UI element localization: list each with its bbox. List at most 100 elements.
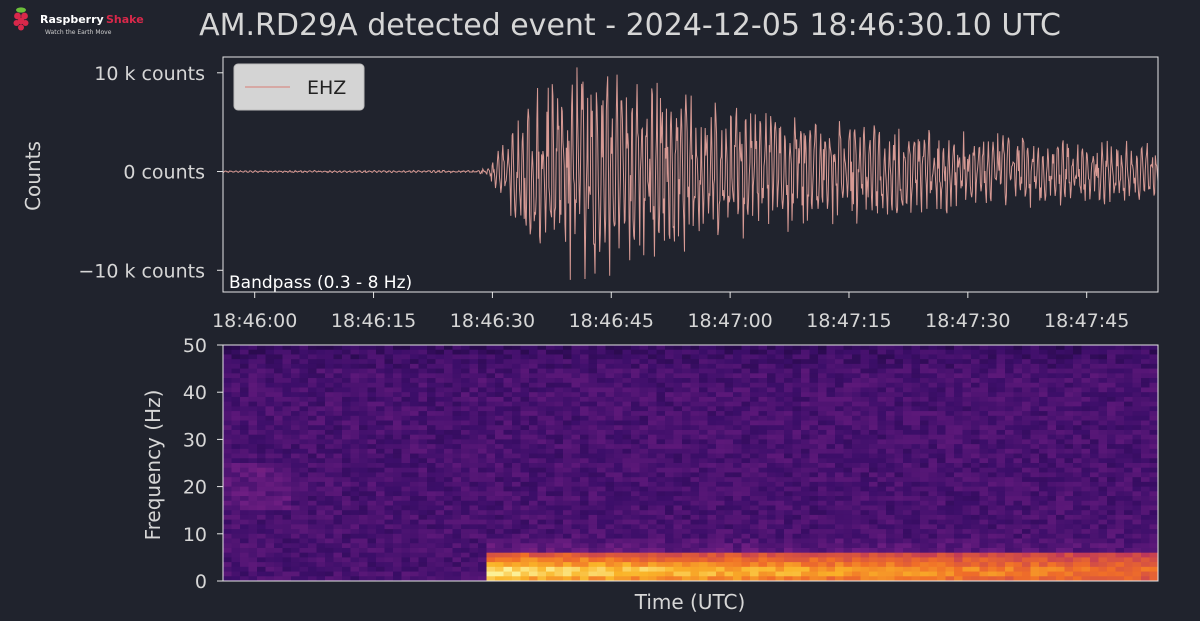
spectrogram-cell — [699, 401, 709, 407]
spectrogram-cell — [724, 543, 734, 549]
spectrogram-cell — [282, 392, 292, 398]
spectrogram-cell — [699, 425, 709, 431]
spectrogram-cell — [350, 396, 360, 403]
spectrogram-cell — [571, 434, 581, 440]
spectrogram-cell — [665, 486, 675, 492]
spectrogram-cell — [588, 543, 598, 549]
spectrogram-cell — [945, 345, 955, 351]
spectrogram-cell — [1047, 401, 1057, 407]
spectrogram-cell — [724, 458, 734, 464]
spectrogram-cell — [418, 420, 428, 426]
spectrogram-cell — [554, 552, 564, 558]
spectrogram-cell — [1039, 557, 1049, 563]
spectrogram-cell — [1005, 349, 1015, 356]
spectrogram-cell — [656, 448, 666, 455]
spectrogram-cell — [478, 543, 488, 549]
spectrogram-cell — [461, 382, 471, 389]
spectrogram-cell — [257, 415, 267, 422]
spectrogram-cell — [597, 533, 607, 540]
spectrogram-cell — [852, 510, 862, 516]
spectrogram-cell — [758, 444, 768, 450]
spectrogram-cell — [996, 481, 1006, 488]
spectrogram-cell — [648, 345, 658, 351]
spectrogram-cell — [716, 387, 726, 393]
spectrogram-cell — [852, 453, 862, 459]
spectrogram-cell — [937, 429, 947, 436]
spectrogram-cell — [495, 368, 505, 374]
spectrogram-cell — [316, 557, 326, 563]
spectrogram-cell — [733, 349, 743, 356]
spectrogram-cell — [588, 387, 598, 393]
spectrogram-cell — [452, 538, 462, 544]
spectrogram-cell — [894, 396, 904, 403]
spectrogram-cell — [741, 491, 751, 497]
spectrogram-cell — [546, 434, 556, 440]
spectrogram-cell — [860, 566, 870, 573]
spectrogram-cell — [588, 396, 598, 403]
spectrogram-cell — [682, 448, 692, 455]
spectrogram-cell — [503, 514, 513, 521]
spectrogram-cell — [1047, 354, 1057, 360]
spectrogram-cell — [333, 453, 343, 459]
spectrogram-cell — [673, 378, 683, 384]
spectrogram-cell — [486, 552, 496, 558]
spectrogram-cell — [435, 392, 445, 398]
spectrogram-cell — [282, 491, 292, 497]
spectrogram-cell — [945, 406, 955, 412]
spectrogram-cell — [945, 472, 955, 478]
spectrogram-cell — [240, 467, 250, 474]
spectrogram-cell — [826, 514, 836, 521]
spectrogram-cell — [818, 387, 828, 393]
spectrogram-cell — [444, 363, 454, 370]
spectrogram-cell — [308, 392, 318, 398]
spectrogram-cell — [818, 378, 828, 384]
spectrogram-cell — [223, 345, 233, 351]
spectrogram-cell — [401, 373, 411, 379]
spectrogram-cell — [1056, 557, 1066, 563]
spectrogram-cell — [308, 401, 318, 407]
spectrogram-cell — [580, 496, 590, 502]
spectrogram-cell — [597, 354, 607, 360]
spectrogram-cell — [792, 500, 802, 507]
spectrogram-cell — [350, 510, 360, 516]
spectrogram-cell — [920, 557, 930, 563]
spectrogram-cell — [597, 552, 607, 558]
spectrogram-cell — [767, 543, 777, 549]
spectrogram-cell — [622, 533, 632, 540]
spectrogram-cell — [478, 448, 488, 455]
spectrogram-cell — [758, 434, 768, 440]
spectrogram-cell — [784, 439, 794, 445]
spectrogram-cell — [996, 345, 1006, 351]
spectrogram-cell — [529, 378, 539, 384]
spectrogram-cell — [614, 392, 624, 398]
spectrogram-cell — [580, 510, 590, 516]
spectrogram-cell — [716, 543, 726, 549]
spectrogram-cell — [631, 533, 641, 540]
spectrogram-cell — [809, 547, 819, 554]
spectrogram-cell — [690, 425, 700, 431]
spectrogram-cell — [223, 562, 233, 568]
spectrogram-cell — [342, 349, 352, 356]
spectrogram-cell — [1047, 439, 1057, 445]
spectrogram-cell — [894, 538, 904, 544]
spectrogram-cell — [920, 378, 930, 384]
spectrogram-cell — [792, 552, 802, 558]
spectrogram-cell — [1056, 453, 1066, 459]
spectrogram-cell — [223, 543, 233, 549]
spectrogram-cell — [996, 552, 1006, 558]
spectrogram-cell — [512, 392, 522, 398]
spectrogram-cell — [452, 382, 462, 389]
spectrogram-cell — [988, 510, 998, 516]
spectrogram-cell — [291, 514, 301, 521]
spectrogram-cell — [257, 373, 267, 379]
spectrogram-cell — [971, 387, 981, 393]
spectrogram-cell — [231, 429, 241, 436]
spectrogram-cell — [359, 368, 369, 374]
spectrogram-cell — [962, 543, 972, 549]
spectrogram-cell — [571, 382, 581, 389]
spectrogram-cell — [563, 434, 573, 440]
spectrogram-cell — [682, 354, 692, 360]
spectrogram-cell — [809, 396, 819, 403]
spectrogram-cell — [554, 500, 564, 507]
spectrogram-cell — [724, 349, 734, 356]
